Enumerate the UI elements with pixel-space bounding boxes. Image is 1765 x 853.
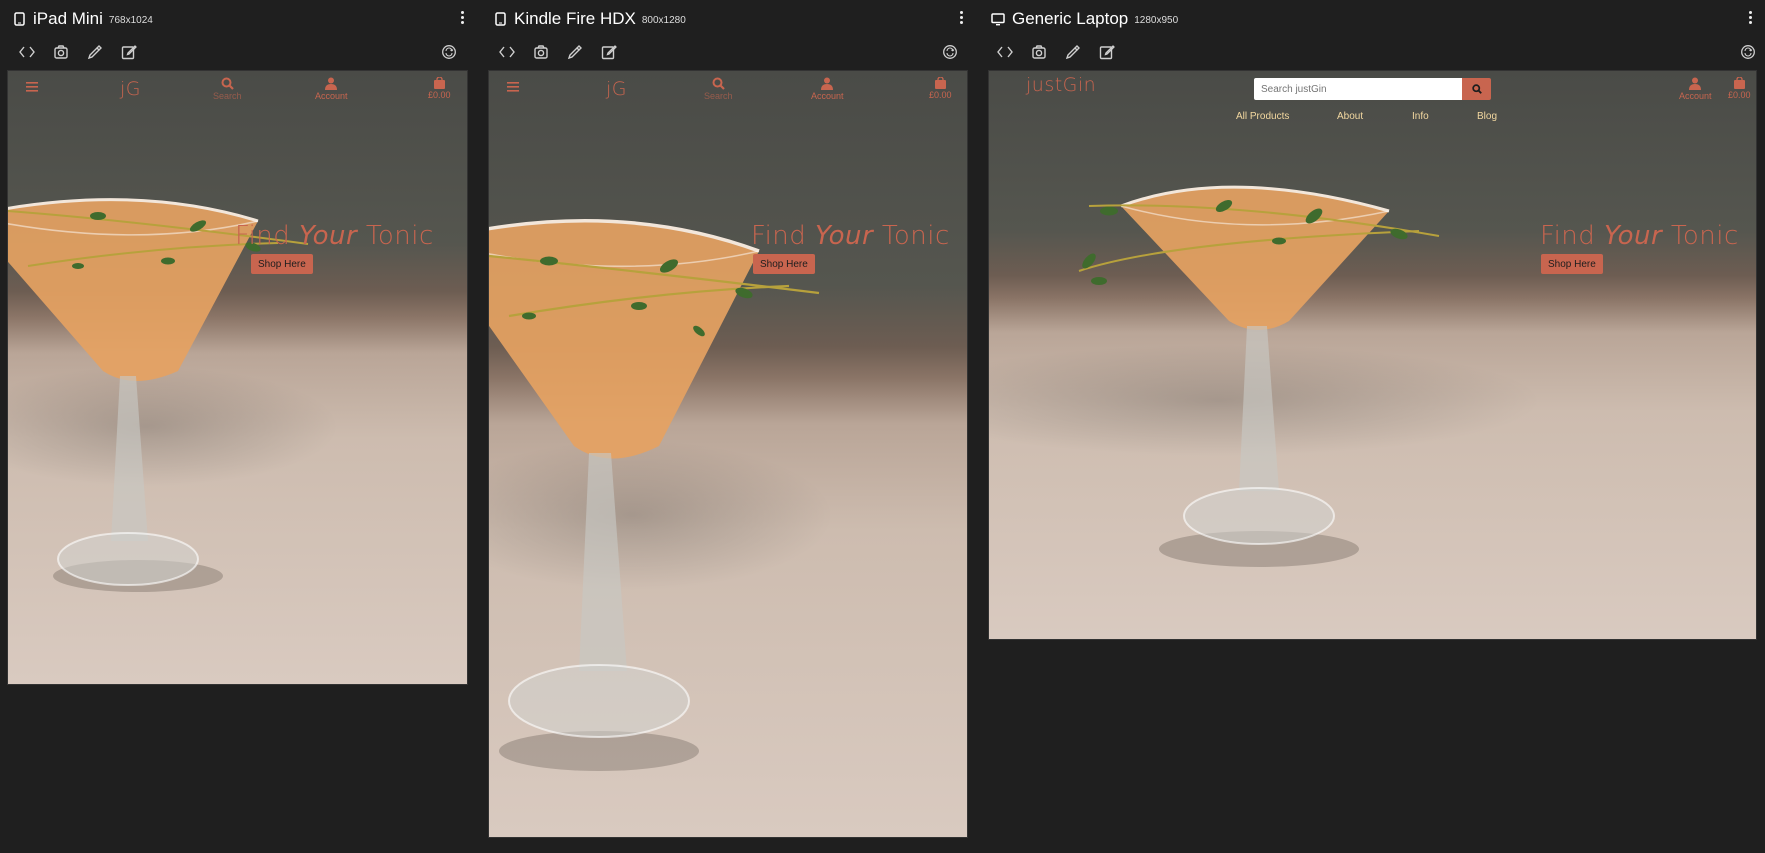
site-logo[interactable]: justGin bbox=[1026, 74, 1096, 96]
search-nav-item[interactable]: Search bbox=[704, 77, 733, 101]
cart-total: £0.00 bbox=[428, 90, 451, 100]
cart-nav-item[interactable]: £0.00 bbox=[428, 77, 451, 100]
panel-header: iPad Mini 768x1024 bbox=[11, 9, 153, 29]
account-label: Account bbox=[811, 91, 844, 101]
shopping-bag-icon bbox=[934, 77, 946, 89]
panel-header: Kindle Fire HDX 800x1280 bbox=[492, 9, 686, 29]
device-screen: jG Search Account £0.00 Find Your Tonic … bbox=[7, 70, 468, 685]
account-label: Account bbox=[1679, 91, 1712, 101]
camera-icon[interactable] bbox=[531, 42, 551, 62]
camera-icon[interactable] bbox=[51, 42, 71, 62]
monitor-icon bbox=[990, 12, 1006, 26]
edit-icon[interactable] bbox=[599, 42, 619, 62]
shopping-bag-icon bbox=[433, 77, 445, 89]
device-name: iPad Mini bbox=[33, 9, 103, 28]
user-icon bbox=[325, 77, 338, 90]
tablet-icon bbox=[492, 12, 508, 26]
search-icon bbox=[712, 77, 725, 90]
eyedropper-icon[interactable] bbox=[1063, 42, 1083, 62]
code-icon[interactable] bbox=[497, 42, 517, 62]
nav-link-blog[interactable]: Blog bbox=[1477, 111, 1497, 122]
account-nav-item[interactable]: Account bbox=[315, 77, 348, 101]
more-options-icon[interactable] bbox=[457, 8, 467, 26]
hero-heading-post: Tonic bbox=[1662, 221, 1739, 251]
hero-heading-emphasis: Your bbox=[299, 221, 358, 251]
eyedropper-icon[interactable] bbox=[85, 42, 105, 62]
more-options-icon[interactable] bbox=[956, 8, 966, 26]
search-bar bbox=[1254, 78, 1491, 100]
search-label: Search bbox=[704, 91, 733, 101]
rotate-icon[interactable] bbox=[439, 42, 459, 62]
hero-heading-post: Tonic bbox=[873, 221, 950, 251]
device-dimensions: 768x1024 bbox=[108, 15, 153, 26]
search-input[interactable] bbox=[1254, 78, 1462, 100]
site-header: jG Search Account £0.00 bbox=[489, 71, 967, 111]
account-label: Account bbox=[315, 91, 348, 101]
hero-heading: Find Your Tonic bbox=[751, 221, 950, 251]
account-nav-item[interactable]: Account bbox=[811, 77, 844, 101]
hero-heading-post: Tonic bbox=[357, 221, 434, 251]
hero-heading-pre: Find bbox=[235, 221, 300, 251]
cart-nav-item[interactable]: £0.00 bbox=[929, 77, 952, 100]
camera-icon[interactable] bbox=[1029, 42, 1049, 62]
hero-heading-emphasis: Your bbox=[815, 221, 874, 251]
eyedropper-icon[interactable] bbox=[565, 42, 585, 62]
hamburger-menu-icon[interactable] bbox=[26, 82, 38, 93]
hero-heading: Find Your Tonic bbox=[235, 221, 434, 251]
cart-total: £0.00 bbox=[1728, 90, 1751, 100]
hamburger-menu-icon[interactable] bbox=[507, 82, 519, 93]
shopping-bag-icon bbox=[1733, 77, 1745, 89]
search-label: Search bbox=[213, 91, 242, 101]
search-icon bbox=[221, 77, 234, 90]
device-name: Kindle Fire HDX bbox=[514, 9, 636, 28]
user-icon bbox=[1689, 77, 1702, 90]
site-logo[interactable]: jG bbox=[120, 78, 141, 100]
device-name: Generic Laptop bbox=[1012, 9, 1129, 28]
cocktail-glass-image bbox=[489, 219, 820, 771]
panel-toolbar bbox=[995, 42, 1117, 62]
panel-header: Generic Laptop 1280x950 bbox=[990, 9, 1178, 29]
cocktail-glass-image bbox=[1078, 185, 1440, 567]
nav-link-all-products[interactable]: All Products bbox=[1236, 111, 1289, 122]
site-header: jG Search Account £0.00 bbox=[8, 71, 467, 111]
device-screen: justGin Account £0.00 All Products About… bbox=[988, 70, 1757, 640]
tablet-icon bbox=[11, 12, 27, 26]
search-button[interactable] bbox=[1462, 78, 1491, 100]
hero-heading-pre: Find bbox=[751, 221, 816, 251]
edit-icon[interactable] bbox=[119, 42, 139, 62]
hero-heading-emphasis: Your bbox=[1604, 221, 1663, 251]
cart-nav-item[interactable]: £0.00 bbox=[1728, 77, 1751, 100]
rotate-icon[interactable] bbox=[1738, 42, 1758, 62]
shop-here-button[interactable]: Shop Here bbox=[1541, 254, 1603, 274]
more-options-icon[interactable] bbox=[1745, 8, 1755, 26]
cart-total: £0.00 bbox=[929, 90, 952, 100]
device-screen: jG Search Account £0.00 Find Your Tonic … bbox=[488, 70, 968, 838]
search-icon bbox=[1471, 84, 1482, 94]
nav-link-info[interactable]: Info bbox=[1412, 111, 1429, 122]
code-icon[interactable] bbox=[17, 42, 37, 62]
code-icon[interactable] bbox=[995, 42, 1015, 62]
panel-toolbar bbox=[17, 42, 139, 62]
panel-toolbar bbox=[497, 42, 619, 62]
hero-heading-pre: Find bbox=[1540, 221, 1605, 251]
nav-link-about[interactable]: About bbox=[1337, 111, 1363, 122]
edit-icon[interactable] bbox=[1097, 42, 1117, 62]
device-dimensions: 1280x950 bbox=[1134, 15, 1179, 26]
account-nav-item[interactable]: Account bbox=[1679, 77, 1712, 101]
search-nav-item[interactable]: Search bbox=[213, 77, 242, 101]
cocktail-glass-image bbox=[8, 198, 309, 592]
rotate-icon[interactable] bbox=[940, 42, 960, 62]
device-dimensions: 800x1280 bbox=[641, 15, 686, 26]
hero-heading: Find Your Tonic bbox=[1540, 221, 1739, 251]
site-header: justGin Account £0.00 All Products About… bbox=[989, 71, 1756, 131]
shop-here-button[interactable]: Shop Here bbox=[753, 254, 815, 274]
shop-here-button[interactable]: Shop Here bbox=[251, 254, 313, 274]
site-logo[interactable]: jG bbox=[606, 78, 627, 100]
user-icon bbox=[821, 77, 834, 90]
